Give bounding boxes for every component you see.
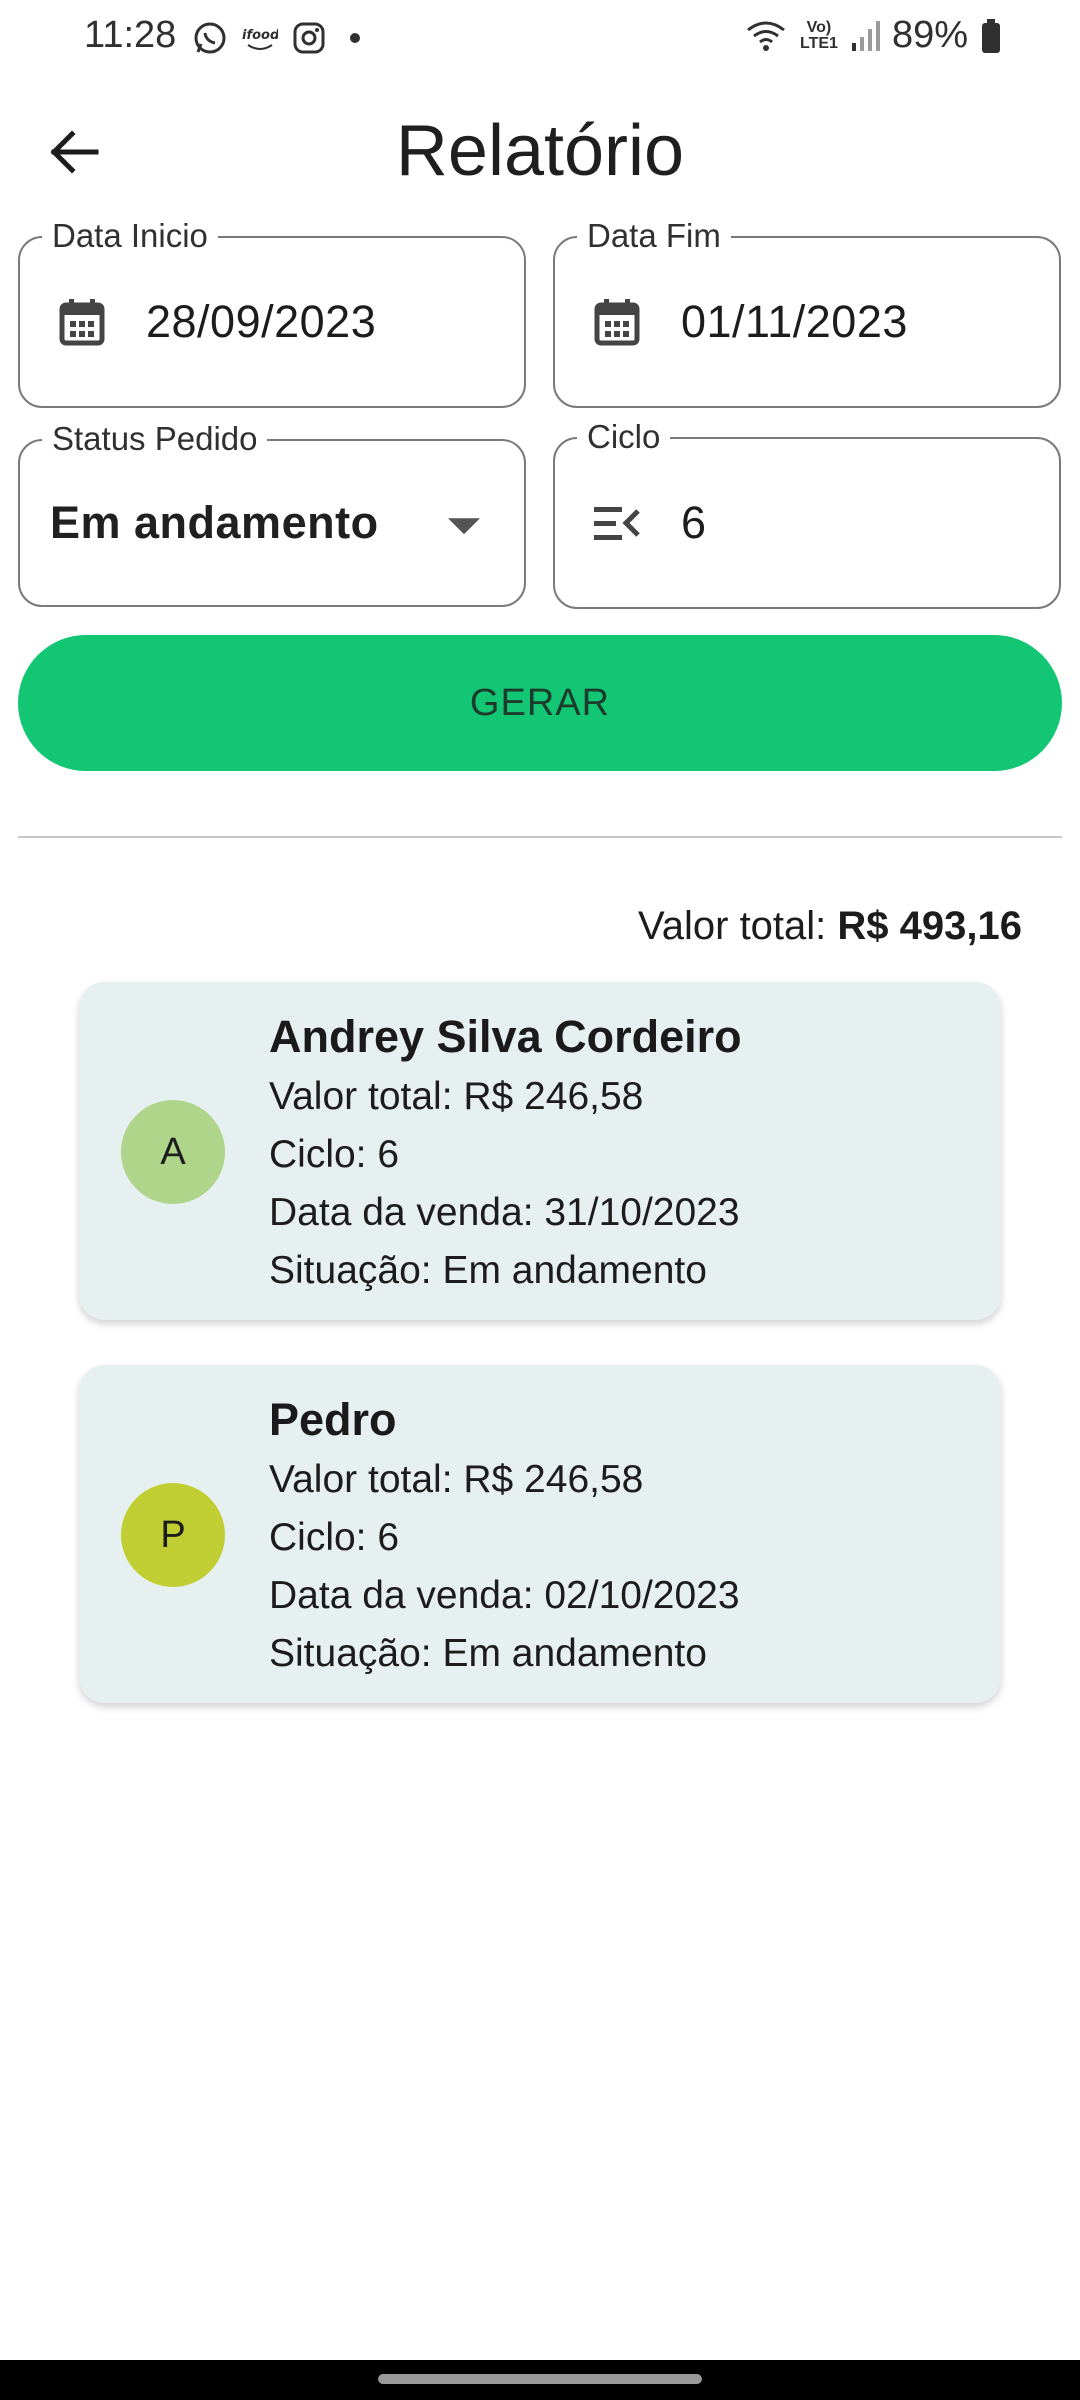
app-bar: Relatório — [0, 100, 1080, 204]
cycle-field[interactable]: Ciclo 6 — [553, 417, 1061, 609]
whatsapp-icon — [194, 22, 226, 54]
status-label: Status Pedido — [42, 419, 268, 459]
list-icon — [591, 497, 643, 549]
instagram-icon — [293, 22, 325, 54]
cycle-value: 6 — [681, 497, 707, 548]
status-value: Em andamento — [50, 497, 379, 548]
start-date-label: Data Inicio — [42, 216, 218, 256]
order-situation: Situação: Em andamento — [269, 1632, 707, 1675]
order-sale-date: Data da venda: 31/10/2023 — [269, 1191, 740, 1234]
lte-label: LTE1 — [800, 34, 838, 52]
customer-name: Pedro — [269, 1394, 397, 1445]
status-bar: 11:28 ifood Vo) LTE1 89% — [0, 0, 1080, 76]
signal-icon — [851, 20, 880, 51]
report-total: Valor total: R$ 493,16 — [638, 904, 1022, 949]
dot-icon — [350, 33, 360, 43]
order-cycle: Ciclo: 6 — [269, 1133, 400, 1176]
end-date-label: Data Fim — [577, 216, 731, 256]
report-total-value: R$ 493,16 — [837, 904, 1022, 948]
order-situation: Situação: Em andamento — [269, 1249, 707, 1292]
end-date-field[interactable]: Data Fim 01/11/2023 — [553, 216, 1061, 408]
page-title: Relatório — [395, 111, 685, 191]
system-status-icons: Vo) LTE1 89% — [744, 14, 1002, 57]
status-dropdown[interactable]: Status Pedido Em andamento — [18, 419, 526, 607]
calendar-icon — [56, 296, 108, 348]
cycle-label: Ciclo — [577, 417, 671, 457]
battery-percent: 89% — [891, 14, 968, 56]
start-date-field[interactable]: Data Inicio 28/09/2023 — [18, 216, 526, 408]
generate-button[interactable]: GERAR — [18, 635, 1062, 771]
end-date-value: 01/11/2023 — [681, 296, 908, 347]
status-time: 11:28 — [84, 14, 177, 56]
navigation-bar — [0, 2360, 1080, 2400]
home-gesture-handle[interactable] — [378, 2374, 702, 2384]
svg-text:ifood: ifood — [242, 28, 278, 43]
order-card[interactable]: A Andrey Silva Cordeiro Valor total: R$ … — [79, 982, 1001, 1320]
avatar: A — [121, 1100, 225, 1204]
report-total-label: Valor total: — [638, 904, 838, 948]
order-total: Valor total: R$ 246,58 — [269, 1458, 644, 1501]
order-details: Pedro Valor total: R$ 246,58 Ciclo: 6 Da… — [269, 1391, 740, 1683]
volte-indicator: Vo) LTE1 — [800, 18, 838, 52]
order-total: Valor total: R$ 246,58 — [269, 1075, 644, 1118]
avatar: P — [121, 1483, 225, 1587]
order-cycle: Ciclo: 6 — [269, 1516, 400, 1559]
ifood-icon: ifood — [242, 28, 278, 50]
customer-name: Andrey Silva Cordeiro — [269, 1011, 742, 1062]
order-details: Andrey Silva Cordeiro Valor total: R$ 24… — [269, 1008, 742, 1300]
start-date-value: 28/09/2023 — [146, 296, 377, 347]
wifi-icon — [747, 21, 785, 51]
volte-label: Vo) — [806, 18, 832, 36]
battery-icon — [982, 18, 1000, 53]
order-card[interactable]: P Pedro Valor total: R$ 246,58 Ciclo: 6 … — [79, 1365, 1001, 1703]
notification-icons: ifood — [192, 20, 370, 56]
dropdown-arrow-icon — [448, 518, 480, 535]
order-sale-date: Data da venda: 02/10/2023 — [269, 1574, 740, 1617]
calendar-icon — [591, 296, 643, 348]
divider — [18, 836, 1062, 838]
